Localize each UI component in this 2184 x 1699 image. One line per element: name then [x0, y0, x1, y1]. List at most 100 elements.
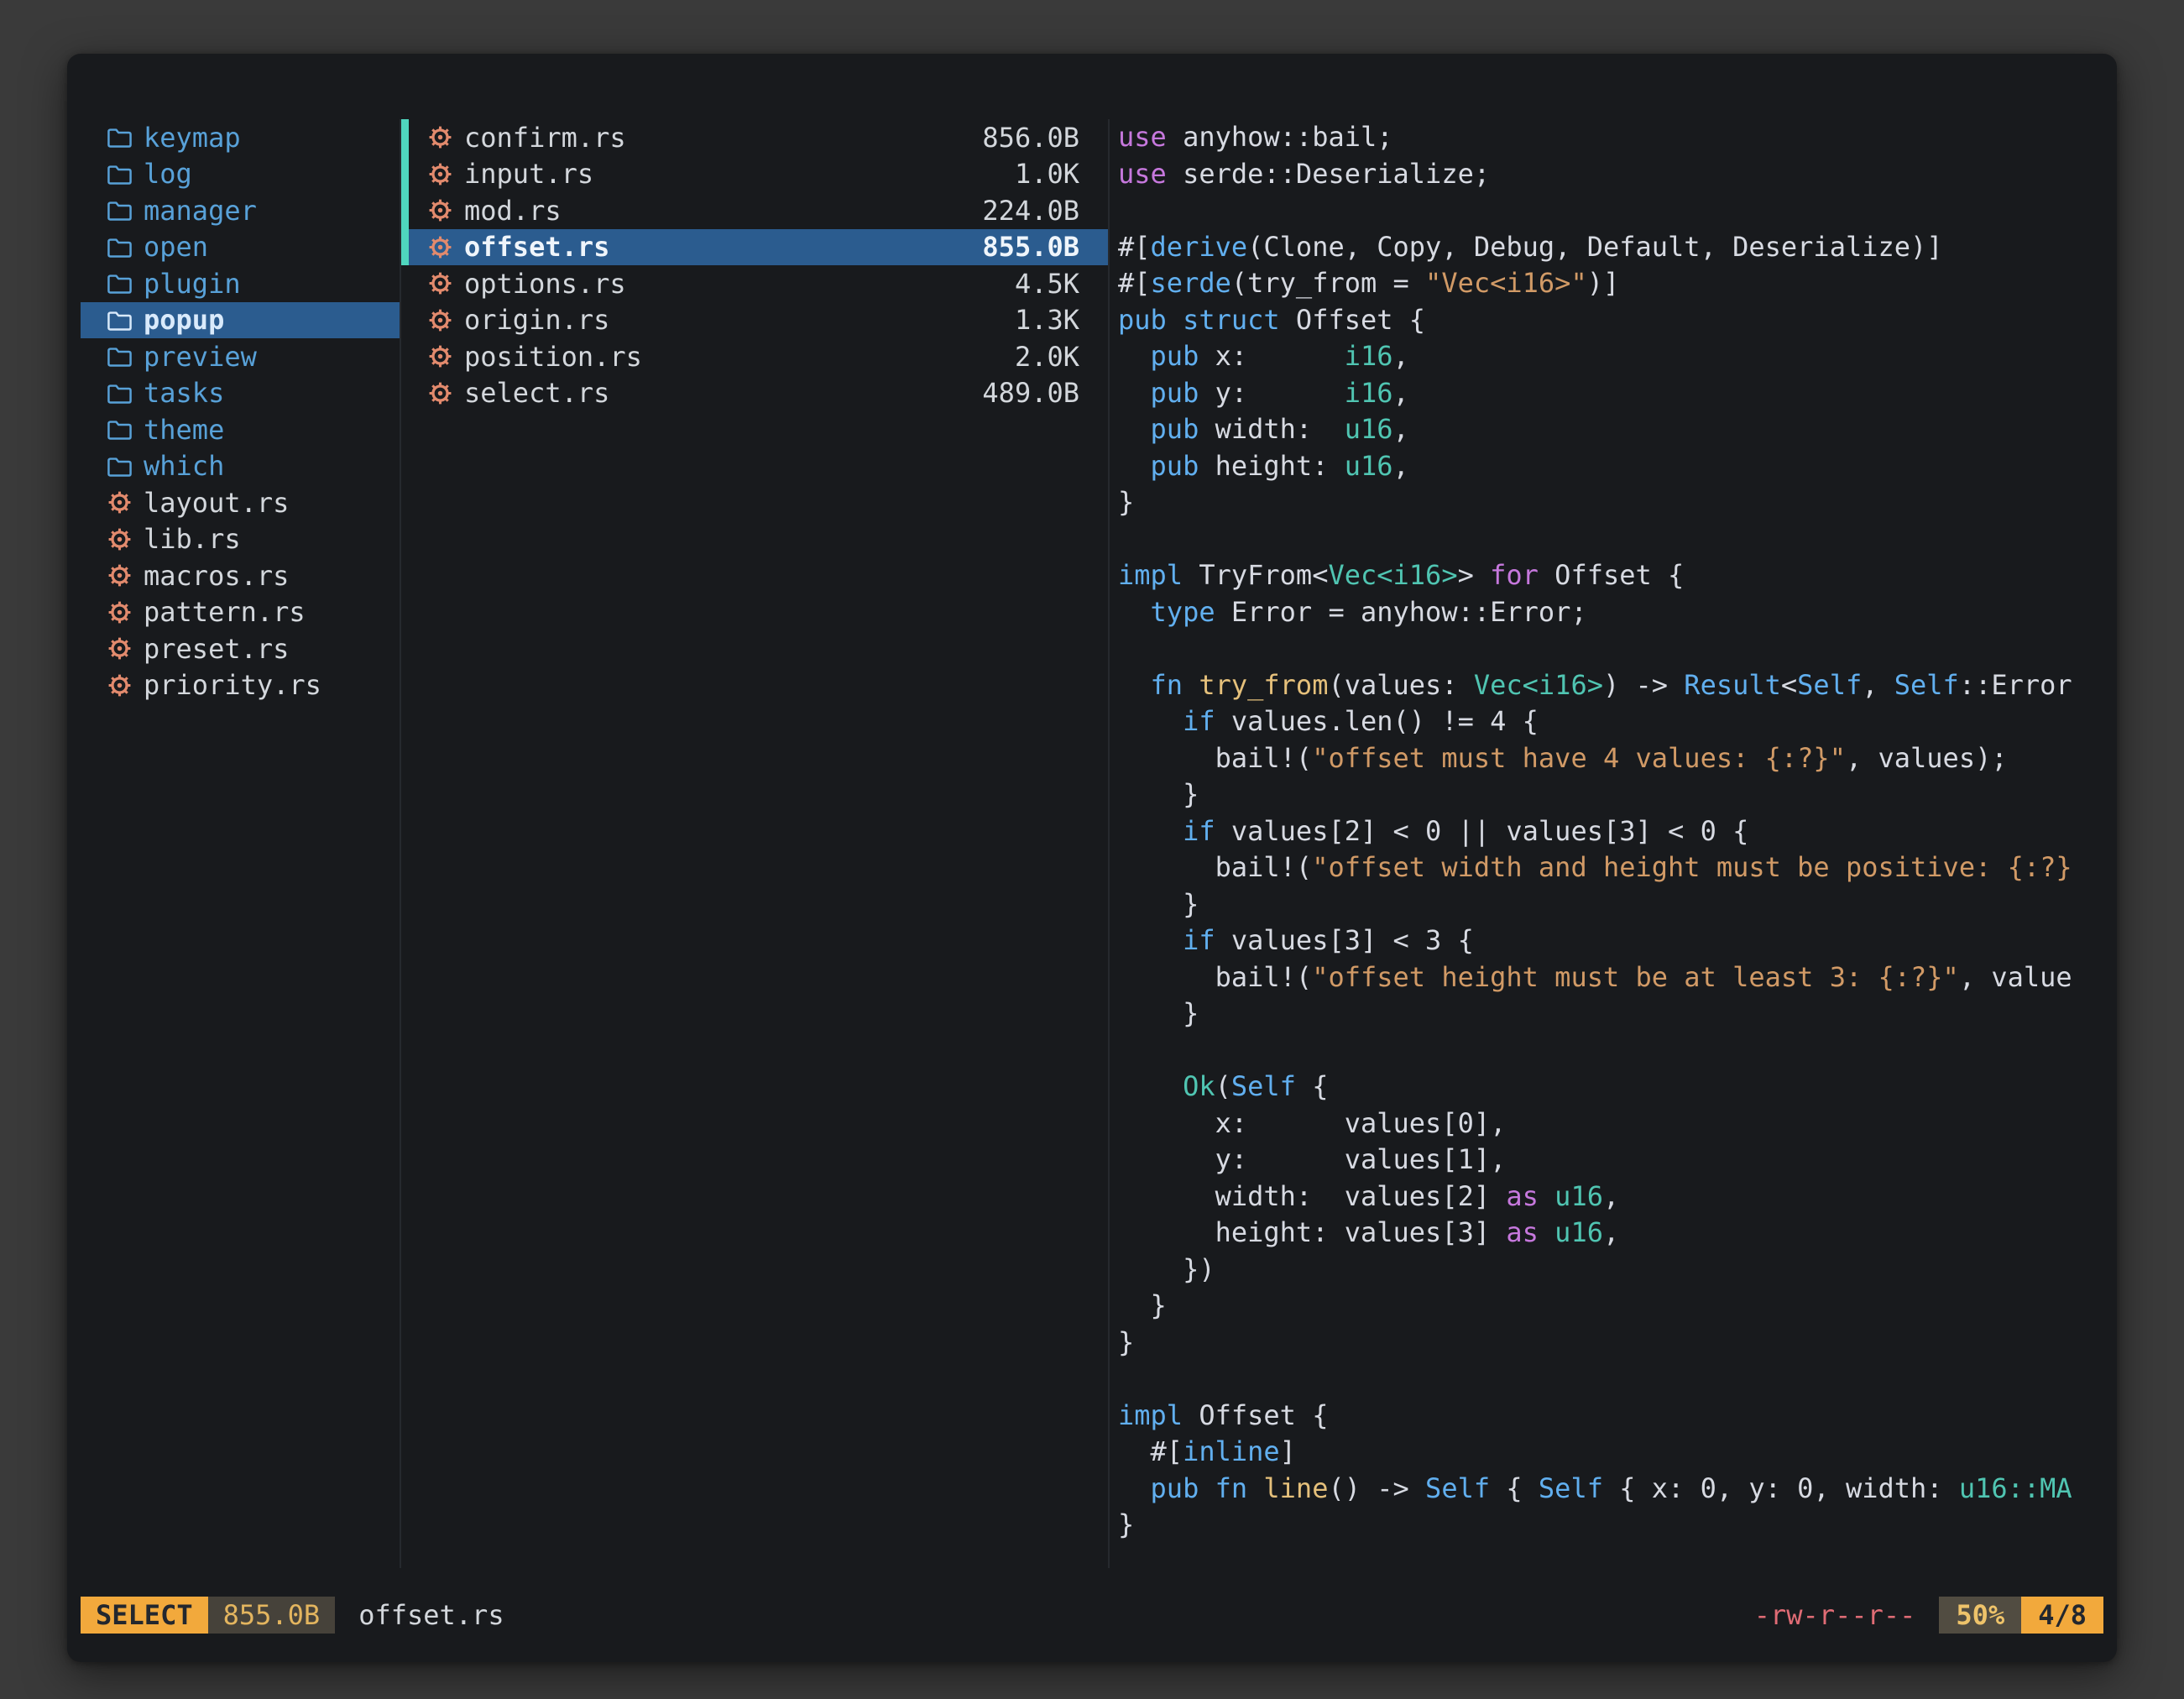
code-line: fn try_from(values: Vec<i16>) -> Result<…	[1118, 667, 2103, 704]
parent-pane: keymap log manageropenpluginpopuppreviewta…	[81, 119, 400, 1568]
file-name: macros.rs	[144, 560, 289, 592]
file-item-confirm-rs[interactable]: confirm.rs 856.0B	[401, 119, 1108, 156]
code-line	[1118, 1032, 2103, 1069]
file-item-select-rs[interactable]: select.rs489.0B	[401, 375, 1108, 412]
parent-item-plugin[interactable]: plugin	[81, 265, 400, 302]
selection-marker	[400, 156, 409, 193]
file-name: preset.rs	[144, 633, 289, 665]
code-line: if values[2] < 0 || values[3] < 0 {	[1118, 813, 2103, 850]
parent-item-popup[interactable]: popup	[81, 302, 400, 339]
code-line: }	[1118, 1325, 2103, 1362]
code-line: if values.len() != 4 {	[1118, 703, 2103, 740]
code-line: width: values[2] as u16,	[1118, 1179, 2103, 1215]
status-bar: SELECT 855.0B offset.rs -rw-r--r-- 50% 4…	[81, 1597, 2103, 1634]
file-item-position-rs[interactable]: position.rs 2.0K	[401, 338, 1108, 375]
folder-icon	[106, 123, 133, 151]
code-line: type Error = anyhow::Error;	[1118, 594, 2103, 631]
parent-item-macros-rs[interactable]: macros.rs	[81, 557, 400, 594]
rust-file-icon	[106, 525, 133, 553]
folder-icon	[106, 416, 133, 443]
selection-marker	[400, 229, 409, 266]
file-name: layout.rs	[144, 487, 289, 519]
cursor-position-badge: 4/8	[2021, 1597, 2103, 1634]
preview-pane: use anyhow::bail;use serde::Deserialize;…	[1110, 119, 2103, 1568]
parent-item-pattern-rs[interactable]: pattern.rs	[81, 594, 400, 631]
code-line: use serde::Deserialize;	[1118, 156, 2103, 193]
file-name: origin.rs	[464, 304, 609, 336]
rust-file-icon	[106, 599, 133, 626]
parent-item-log[interactable]: log	[81, 156, 400, 193]
code-line: use anyhow::bail;	[1118, 119, 2103, 156]
file-name: offset.rs	[464, 231, 609, 263]
code-line	[1118, 1361, 2103, 1398]
parent-item-keymap[interactable]: keymap	[81, 119, 400, 156]
desktop-background: keymap log manageropenpluginpopuppreviewta…	[0, 0, 2184, 1699]
file-size: 855.0B	[982, 231, 1079, 263]
code-line: })	[1118, 1252, 2103, 1289]
code-line: #[inline]	[1118, 1434, 2103, 1471]
parent-item-preset-rs[interactable]: preset.rs	[81, 630, 400, 667]
code-line: }	[1118, 1288, 2103, 1325]
folder-icon	[106, 196, 133, 224]
parent-item-manager[interactable]: manager	[81, 192, 400, 229]
rust-file-icon	[426, 196, 454, 224]
parent-item-lib-rs[interactable]: lib.rs	[81, 521, 400, 558]
file-name: pattern.rs	[144, 596, 306, 628]
code-line: }	[1118, 996, 2103, 1032]
parent-item-open[interactable]: open	[81, 229, 400, 266]
file-item-offset-rs[interactable]: offset.rs 855.0B	[401, 229, 1108, 266]
code-line: x: values[0],	[1118, 1106, 2103, 1142]
code-line: pub height: u16,	[1118, 448, 2103, 485]
code-line	[1118, 192, 2103, 229]
code-line: }	[1118, 1507, 2103, 1544]
code-line	[1118, 630, 2103, 667]
folder-name: popup	[144, 304, 224, 336]
folder-name: log	[144, 158, 192, 190]
file-name: select.rs	[464, 377, 609, 409]
code-line: if values[3] < 3 {	[1118, 923, 2103, 959]
scroll-percent-badge: 50%	[1939, 1597, 2021, 1634]
file-item-input-rs[interactable]: input.rs 1.0K	[401, 156, 1108, 193]
code-line: y: values[1],	[1118, 1142, 2103, 1179]
parent-item-theme[interactable]: theme	[81, 411, 400, 448]
parent-item-priority-rs[interactable]: priority.rs	[81, 667, 400, 704]
file-size: 856.0B	[982, 122, 1079, 154]
code-line: pub struct Offset {	[1118, 302, 2103, 339]
rust-file-icon	[106, 672, 133, 699]
parent-item-layout-rs[interactable]: layout.rs	[81, 484, 400, 521]
folder-icon	[106, 379, 133, 407]
file-name: priority.rs	[144, 669, 321, 701]
file-item-origin-rs[interactable]: origin.rs1.3K	[401, 302, 1108, 339]
file-name: input.rs	[464, 158, 593, 190]
size-badge: 855.0B	[208, 1597, 336, 1634]
parent-item-which[interactable]: which	[81, 448, 400, 485]
rust-file-icon	[426, 379, 454, 407]
file-name: confirm.rs	[464, 122, 626, 154]
file-size: 4.5K	[1015, 268, 1079, 300]
rust-file-icon	[426, 233, 454, 261]
file-size: 224.0B	[982, 195, 1079, 227]
folder-name: manager	[144, 195, 257, 227]
file-name: position.rs	[464, 341, 642, 373]
folder-name: keymap	[144, 122, 241, 154]
code-line: bail!("offset width and height must be p…	[1118, 850, 2103, 886]
code-line: #[derive(Clone, Copy, Debug, Default, De…	[1118, 229, 2103, 266]
parent-item-preview[interactable]: preview	[81, 338, 400, 375]
parent-item-tasks[interactable]: tasks	[81, 375, 400, 412]
file-size: 1.0K	[1015, 158, 1079, 190]
file-item-mod-rs[interactable]: mod.rs224.0B	[401, 192, 1108, 229]
code-line: pub width: u16,	[1118, 411, 2103, 448]
file-name: lib.rs	[144, 523, 241, 555]
code-line: impl TryFrom<Vec<i16>> for Offset {	[1118, 557, 2103, 594]
rust-file-icon	[106, 635, 133, 662]
file-size: 2.0K	[1015, 341, 1079, 373]
file-name: options.rs	[464, 268, 626, 300]
code-line: #[serde(try_from = "Vec<i16>")]	[1118, 265, 2103, 302]
code-line: bail!("offset must have 4 values: {:?}",…	[1118, 740, 2103, 777]
rust-file-icon	[426, 123, 454, 151]
code-line	[1118, 521, 2103, 558]
folder-icon	[106, 233, 133, 261]
file-manager-panes: keymap log manageropenpluginpopuppreviewta…	[81, 119, 2103, 1568]
folder-name: tasks	[144, 377, 224, 409]
file-item-options-rs[interactable]: options.rs 4.5K	[401, 265, 1108, 302]
